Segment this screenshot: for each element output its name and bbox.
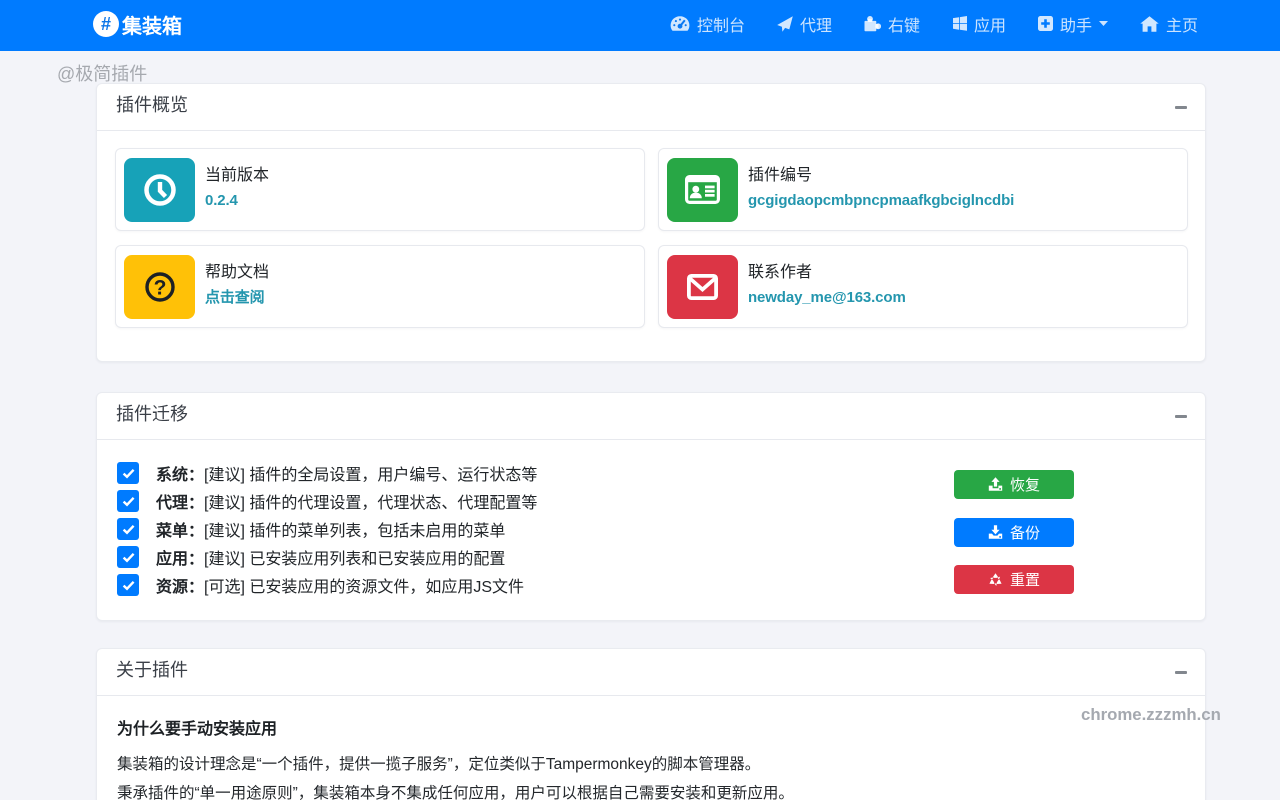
svg-text:?: ? xyxy=(153,276,166,299)
